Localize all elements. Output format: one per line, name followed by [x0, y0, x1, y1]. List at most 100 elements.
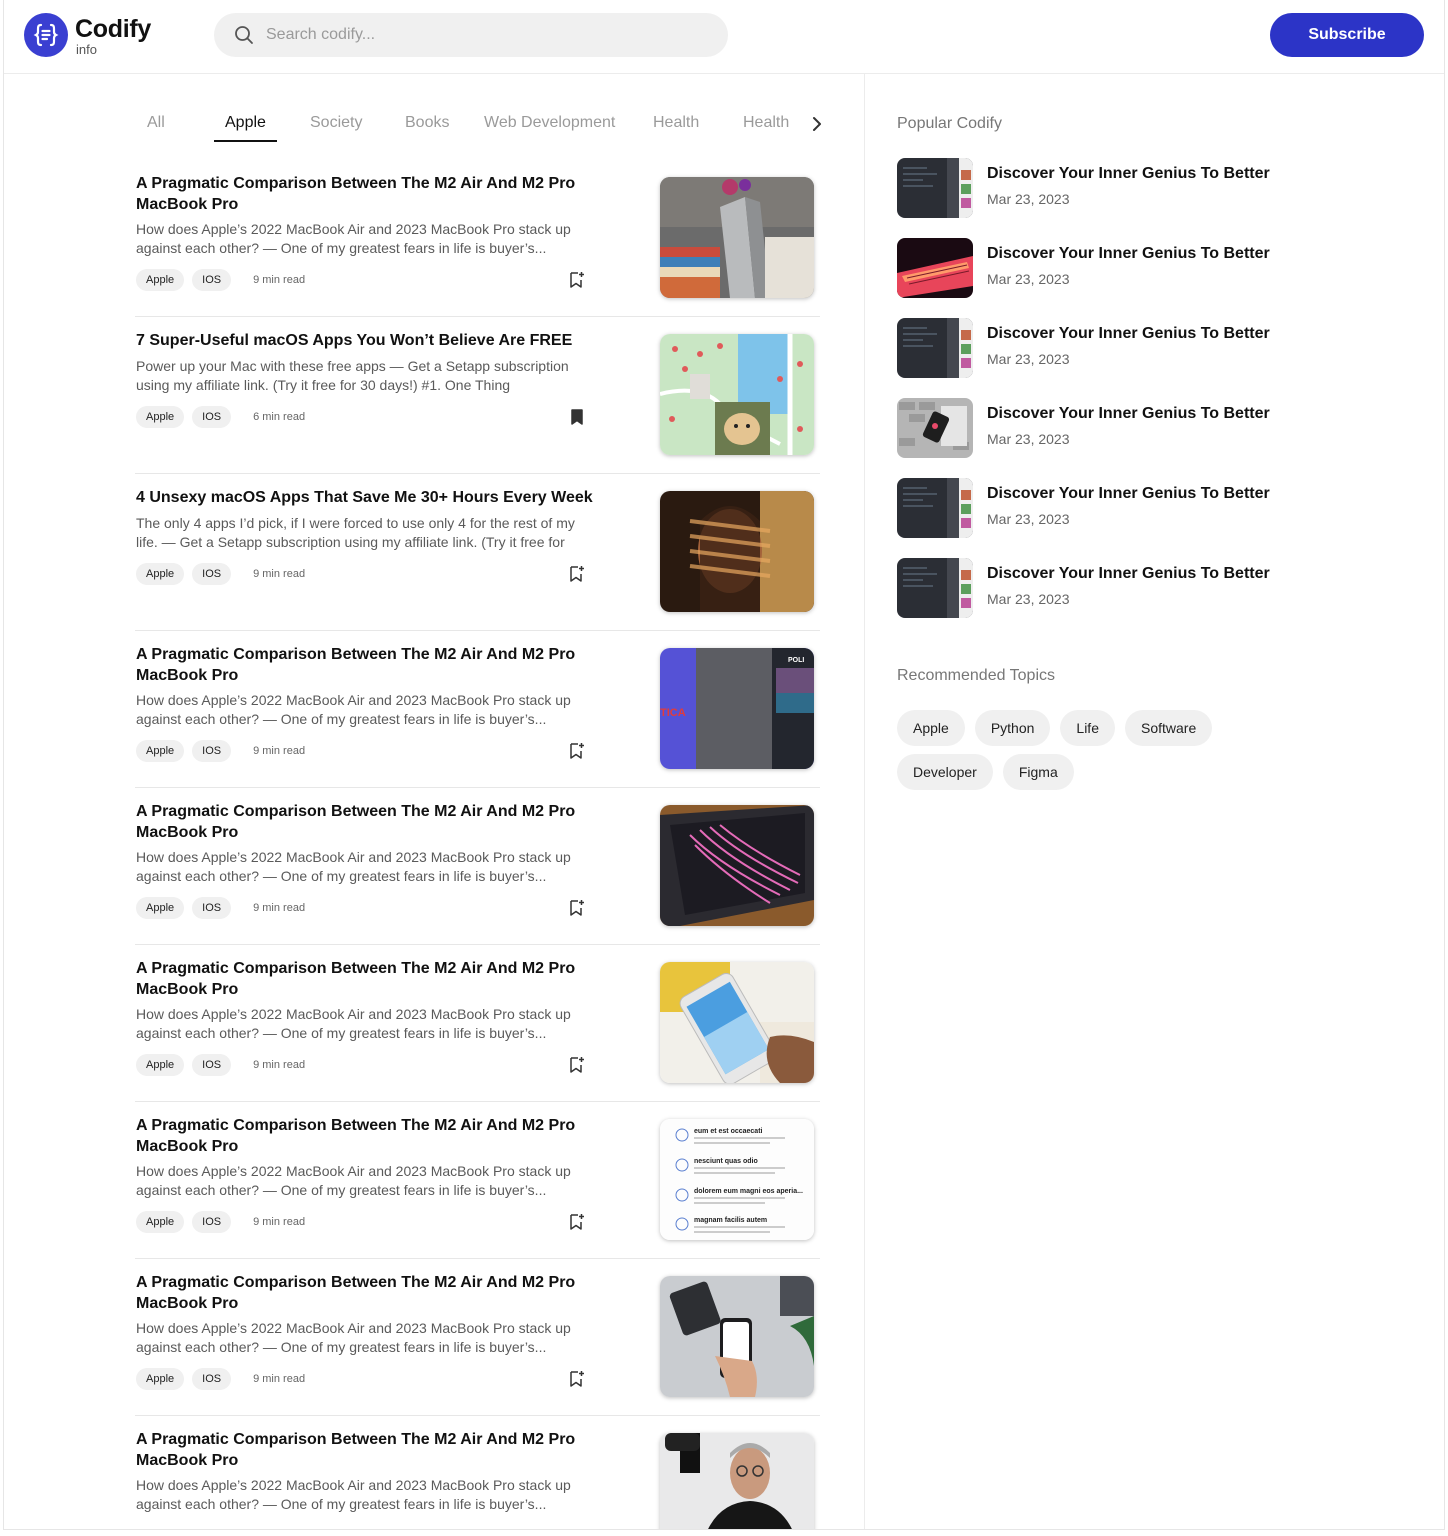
article-thumbnail[interactable] [660, 962, 814, 1083]
topic-chip-apple[interactable]: Apple [897, 710, 965, 746]
popular-title[interactable]: Discover Your Inner Genius To Better [987, 245, 1270, 263]
article-title[interactable]: 4 Unsexy macOS Apps That Save Me 30+ Hou… [136, 487, 606, 508]
topic-chip-developer[interactable]: Developer [897, 754, 993, 790]
bookmark-add-icon[interactable] [569, 1213, 585, 1231]
tab-books[interactable]: Books [405, 104, 449, 142]
popular-thumbnail[interactable] [897, 398, 973, 458]
bookmark-add-icon[interactable] [569, 1056, 585, 1074]
popular-title[interactable]: Discover Your Inner Genius To Better [987, 165, 1270, 183]
popular-title[interactable]: Discover Your Inner Genius To Better [987, 325, 1270, 343]
tag-chip[interactable]: Apple [136, 897, 185, 919]
bookmark-add-icon[interactable] [569, 899, 585, 917]
tag-chip[interactable]: IOS [192, 563, 232, 585]
article-title[interactable]: A Pragmatic Comparison Between The M2 Ai… [136, 644, 606, 686]
search-input[interactable] [266, 26, 686, 44]
article-card[interactable]: A Pragmatic Comparison Between The M2 Ai… [135, 945, 820, 1102]
article-card[interactable]: A Pragmatic Comparison Between The M2 Ai… [135, 1259, 820, 1416]
thumbnail-text: eum et est occaecati [694, 1128, 763, 1135]
article-card[interactable]: A Pragmatic Comparison Between The M2 Ai… [135, 1102, 820, 1259]
tab-health-2[interactable]: Health [743, 104, 789, 142]
tab-health[interactable]: Health [653, 104, 699, 142]
article-title[interactable]: A Pragmatic Comparison Between The M2 Ai… [136, 173, 606, 215]
article-title[interactable]: A Pragmatic Comparison Between The M2 Ai… [136, 1115, 606, 1157]
popular-item[interactable]: Discover Your Inner Genius To Better Mar… [897, 317, 1417, 397]
tab-apple[interactable]: Apple [214, 104, 277, 142]
article-thumbnail[interactable]: TICA POLI [660, 648, 814, 769]
popular-thumbnail[interactable] [897, 158, 973, 218]
popular-title[interactable]: Discover Your Inner Genius To Better [987, 405, 1270, 423]
tag-chip[interactable]: Apple [136, 1211, 185, 1233]
popular-item[interactable]: Discover Your Inner Genius To Better Mar… [897, 237, 1417, 317]
popular-item[interactable]: Discover Your Inner Genius To Better Mar… [897, 557, 1417, 637]
article-meta: Apple IOS 9 min read [136, 1368, 305, 1390]
bookmark-add-icon[interactable] [569, 271, 585, 289]
article-meta: Apple IOS 9 min read [136, 1211, 305, 1233]
codify-logo-icon[interactable] [24, 13, 68, 57]
chevron-right-icon[interactable] [810, 116, 824, 132]
article-excerpt: How does Apple’s 2022 MacBook Air and 20… [136, 1477, 571, 1512]
tag-chip[interactable]: Apple [136, 563, 185, 585]
tag-chip[interactable]: Apple [136, 740, 185, 762]
article-excerpt: How does Apple’s 2022 MacBook Air and 20… [136, 849, 571, 884]
read-time: 6 min read [253, 411, 306, 423]
brand-name[interactable]: Codify [75, 15, 151, 44]
topic-chip-life[interactable]: Life [1060, 710, 1115, 746]
topic-chip-python[interactable]: Python [974, 710, 1051, 746]
read-time: 9 min read [253, 1373, 306, 1385]
popular-date: Mar 23, 2023 [987, 271, 1070, 287]
article-card[interactable]: A Pragmatic Comparison Between The M2 Ai… [135, 1416, 820, 1529]
article-thumbnail[interactable] [660, 1276, 814, 1397]
article-title[interactable]: A Pragmatic Comparison Between The M2 Ai… [136, 1429, 606, 1471]
popular-list: Discover Your Inner Genius To Better Mar… [897, 157, 1417, 637]
tag-chip[interactable]: Apple [136, 406, 185, 428]
article-meta: Apple IOS 9 min read [136, 563, 305, 585]
popular-thumbnail[interactable] [897, 238, 973, 298]
article-thumbnail[interactable] [660, 177, 814, 298]
bookmark-add-icon[interactable] [569, 565, 585, 583]
tag-chip[interactable]: IOS [192, 897, 232, 919]
article-card[interactable]: 4 Unsexy macOS Apps That Save Me 30+ Hou… [135, 474, 820, 631]
tag-chip[interactable]: IOS [192, 269, 232, 291]
bookmark-add-icon[interactable] [569, 1370, 585, 1388]
article-card[interactable]: A Pragmatic Comparison Between The M2 Ai… [135, 631, 820, 788]
popular-item[interactable]: Discover Your Inner Genius To Better Mar… [897, 157, 1417, 237]
article-thumbnail[interactable]: eum et est occaecati nesciunt quas odio … [660, 1119, 814, 1240]
tag-chip[interactable]: IOS [192, 1054, 232, 1076]
tab-web-development[interactable]: Web Development [484, 104, 615, 142]
topic-chip-software[interactable]: Software [1124, 710, 1213, 746]
article-card[interactable]: A Pragmatic Comparison Between The M2 Ai… [135, 160, 820, 317]
tab-society[interactable]: Society [310, 104, 362, 142]
tag-chip[interactable]: IOS [192, 740, 232, 762]
tag-chip[interactable]: Apple [136, 269, 185, 291]
subscribe-button[interactable]: Subscribe [1270, 13, 1424, 57]
article-thumbnail[interactable] [660, 491, 814, 612]
search-bar[interactable] [214, 13, 728, 57]
tag-chip[interactable]: Apple [136, 1054, 185, 1076]
article-card[interactable]: A Pragmatic Comparison Between The M2 Ai… [135, 788, 820, 945]
popular-title[interactable]: Discover Your Inner Genius To Better [987, 565, 1270, 583]
popular-thumbnail[interactable] [897, 318, 973, 378]
popular-title[interactable]: Discover Your Inner Genius To Better [987, 485, 1270, 503]
bookmark-filled-icon[interactable] [569, 408, 585, 426]
article-card[interactable]: 7 Super-Useful macOS Apps You Won’t Beli… [135, 317, 820, 474]
article-title[interactable]: A Pragmatic Comparison Between The M2 Ai… [136, 1272, 606, 1314]
article-thumbnail[interactable] [660, 1433, 814, 1529]
article-title[interactable]: 7 Super-Useful macOS Apps You Won’t Beli… [136, 330, 606, 351]
tab-all[interactable]: All [147, 104, 165, 142]
bookmark-add-icon[interactable] [569, 742, 585, 760]
article-thumbnail[interactable] [660, 805, 814, 926]
tag-chip[interactable]: Apple [136, 1368, 185, 1390]
article-excerpt: How does Apple’s 2022 MacBook Air and 20… [136, 1320, 571, 1355]
article-meta: Apple IOS 9 min read [136, 1054, 305, 1076]
tag-chip[interactable]: IOS [192, 1211, 232, 1233]
popular-thumbnail[interactable] [897, 478, 973, 538]
article-thumbnail[interactable] [660, 334, 814, 455]
article-title[interactable]: A Pragmatic Comparison Between The M2 Ai… [136, 801, 606, 843]
popular-item[interactable]: Discover Your Inner Genius To Better Mar… [897, 397, 1417, 477]
article-title[interactable]: A Pragmatic Comparison Between The M2 Ai… [136, 958, 606, 1000]
tag-chip[interactable]: IOS [192, 1368, 232, 1390]
tag-chip[interactable]: IOS [192, 406, 232, 428]
popular-item[interactable]: Discover Your Inner Genius To Better Mar… [897, 477, 1417, 557]
topic-chip-figma[interactable]: Figma [1002, 754, 1074, 790]
popular-thumbnail[interactable] [897, 558, 973, 618]
